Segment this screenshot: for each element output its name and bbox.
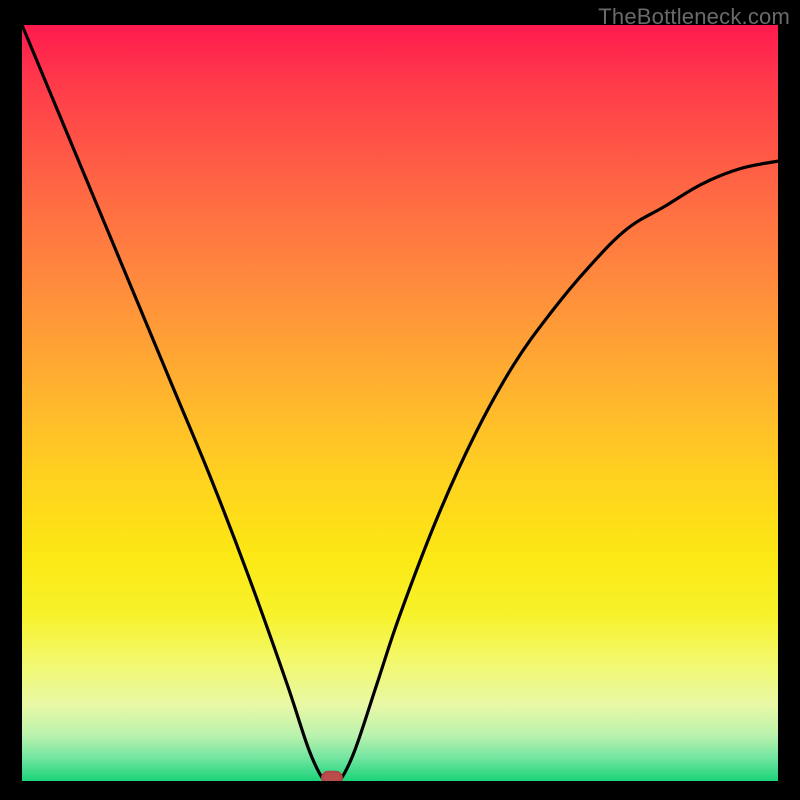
- chart-frame: [22, 25, 778, 781]
- bottleneck-curve: [22, 25, 778, 781]
- watermark-text: TheBottleneck.com: [598, 4, 790, 30]
- plot-svg: [22, 25, 778, 781]
- optimal-point-marker: [322, 772, 342, 781]
